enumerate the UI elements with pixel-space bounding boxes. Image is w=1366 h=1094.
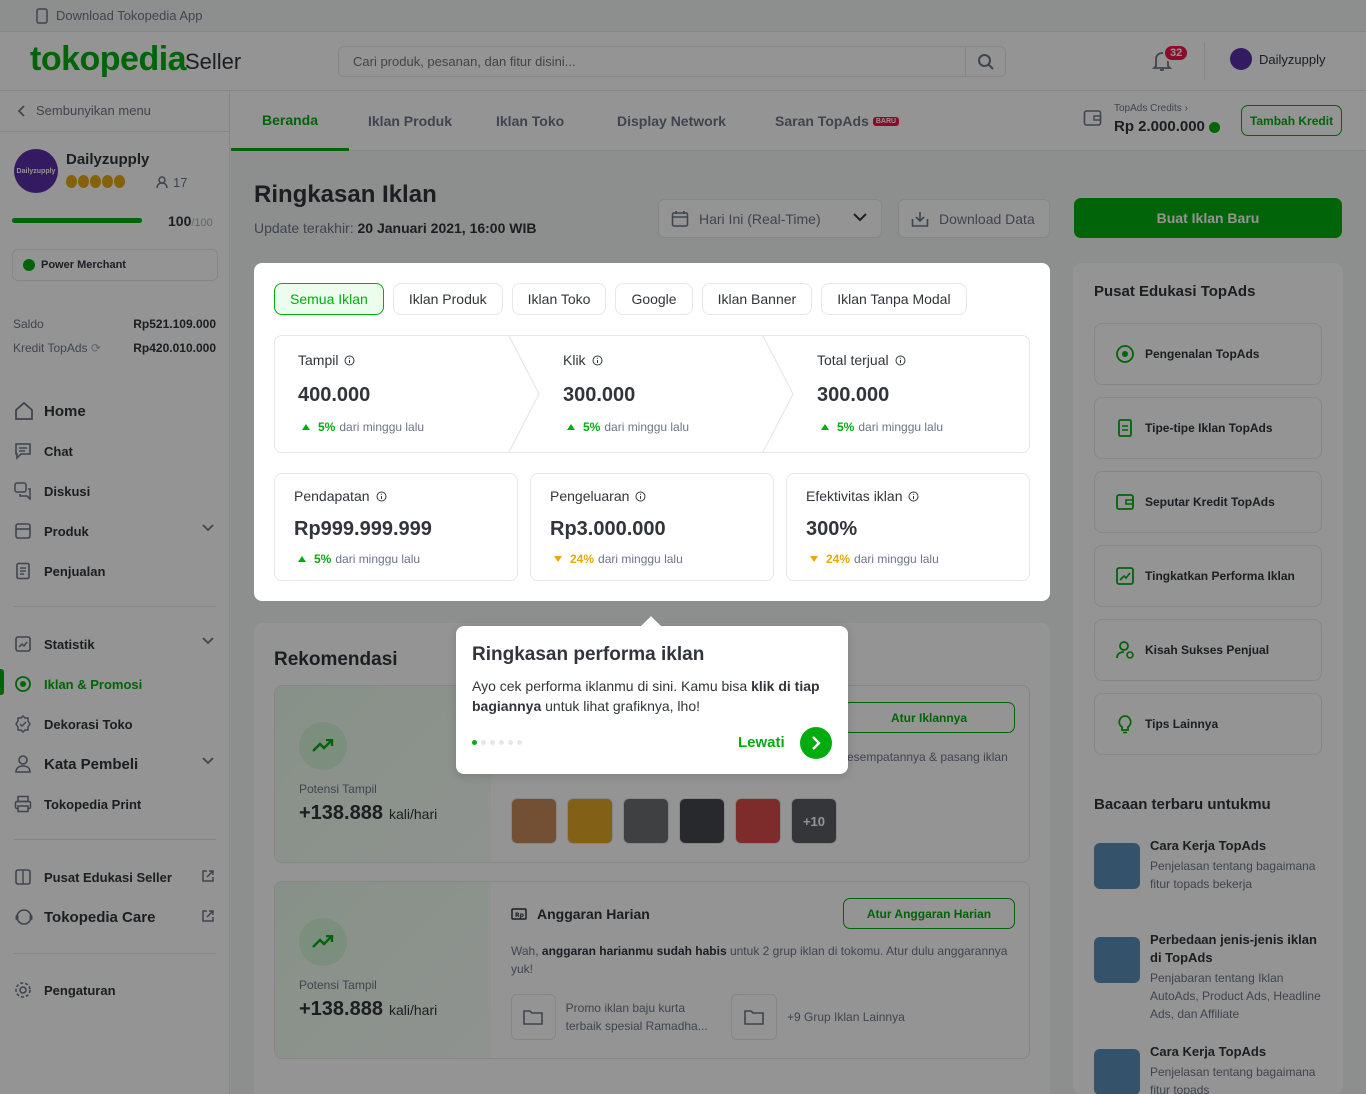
metric-value: Rp3.000.000 [550,518,666,540]
coachmark-tooltip: Ringkasan performa iklan Ayo cek perform… [456,616,848,774]
step-dot [508,740,513,745]
arrow-up-icon [302,424,310,430]
info-icon [344,355,355,366]
info-icon [895,355,906,366]
info-icon [592,355,603,366]
next-button[interactable] [800,727,832,759]
chip-iklan-produk[interactable]: Iklan Produk [392,283,503,315]
arrow-up-icon [821,424,829,430]
coachmark-title: Ringkasan performa iklan [472,644,705,665]
metric-value: 300.000 [563,384,636,406]
metric-delta: 5% dari minggu lalu [298,552,420,566]
arrow-up-icon [567,424,575,430]
metric-label: Pendapatan [294,488,387,504]
metric-label: Tampil [298,352,355,368]
step-dot [472,740,477,745]
step-indicator [472,740,522,745]
metric-pengeluaran[interactable]: Pengeluaran Rp3.000.000 24% dari minggu l… [530,473,774,581]
coachmark-body: Ayo cek performa iklanmu di sini. Kamu b… [472,678,820,714]
arrow-up-icon [298,556,306,562]
metric-value: 300.000 [817,384,890,406]
step-dot [517,740,522,745]
step-dot [499,740,504,745]
info-icon [908,491,919,502]
metric-value: 300% [806,518,858,540]
metric-label: Pengeluaran [550,488,646,504]
metric-tampil[interactable]: Tampil 400.000 5% dari minggu lalu [275,336,515,452]
arrow-down-icon [554,556,562,562]
metric-delta: 24% dari minggu lalu [554,552,683,566]
step-dot [490,740,495,745]
ad-type-filter: Semua Iklan Iklan Produk Iklan Toko Goog… [274,283,967,315]
metric-delta: 24% dari minggu lalu [810,552,939,566]
metric-efektivitas[interactable]: Efektivitas iklan 300% 24% dari minggu la… [786,473,1030,581]
chip-iklan-tanpa-modal[interactable]: Iklan Tanpa Modal [821,283,967,315]
metric-label: Klik [563,352,603,368]
info-icon [376,491,387,502]
metric-value: 400.000 [298,384,371,406]
arrow-down-icon [810,556,818,562]
metric-klik[interactable]: Klik 300.000 5% dari minggu lalu [540,336,780,452]
metric-label: Total terjual [817,352,906,368]
chip-google[interactable]: Google [615,283,693,315]
skip-button[interactable]: Lewati [738,734,785,751]
metric-total-terjual[interactable]: Total terjual 300.000 5% dari minggu lalu [794,336,1030,452]
chip-semua-iklan[interactable]: Semua Iklan [274,283,384,315]
ad-funnel: Tampil 400.000 5% dari minggu lalu Klik 3… [274,335,1030,453]
metric-delta: 5% dari minggu lalu [302,420,424,434]
chip-iklan-banner[interactable]: Iklan Banner [701,283,813,315]
metric-delta: 5% dari minggu lalu [567,420,689,434]
metric-label: Efektivitas iklan [806,488,919,504]
step-dot [481,740,486,745]
info-icon [635,491,646,502]
chip-iklan-toko[interactable]: Iklan Toko [511,283,607,315]
chevron-right-icon [811,736,821,750]
metric-delta: 5% dari minggu lalu [821,420,943,434]
summary-card: Semua Iklan Iklan Produk Iklan Toko Goog… [254,263,1050,601]
metric-pendapatan[interactable]: Pendapatan Rp999.999.999 5% dari minggu l… [274,473,518,581]
metric-value: Rp999.999.999 [294,518,432,540]
summary-card-body: Semua Iklan Iklan Produk Iklan Toko Goog… [254,263,1050,601]
